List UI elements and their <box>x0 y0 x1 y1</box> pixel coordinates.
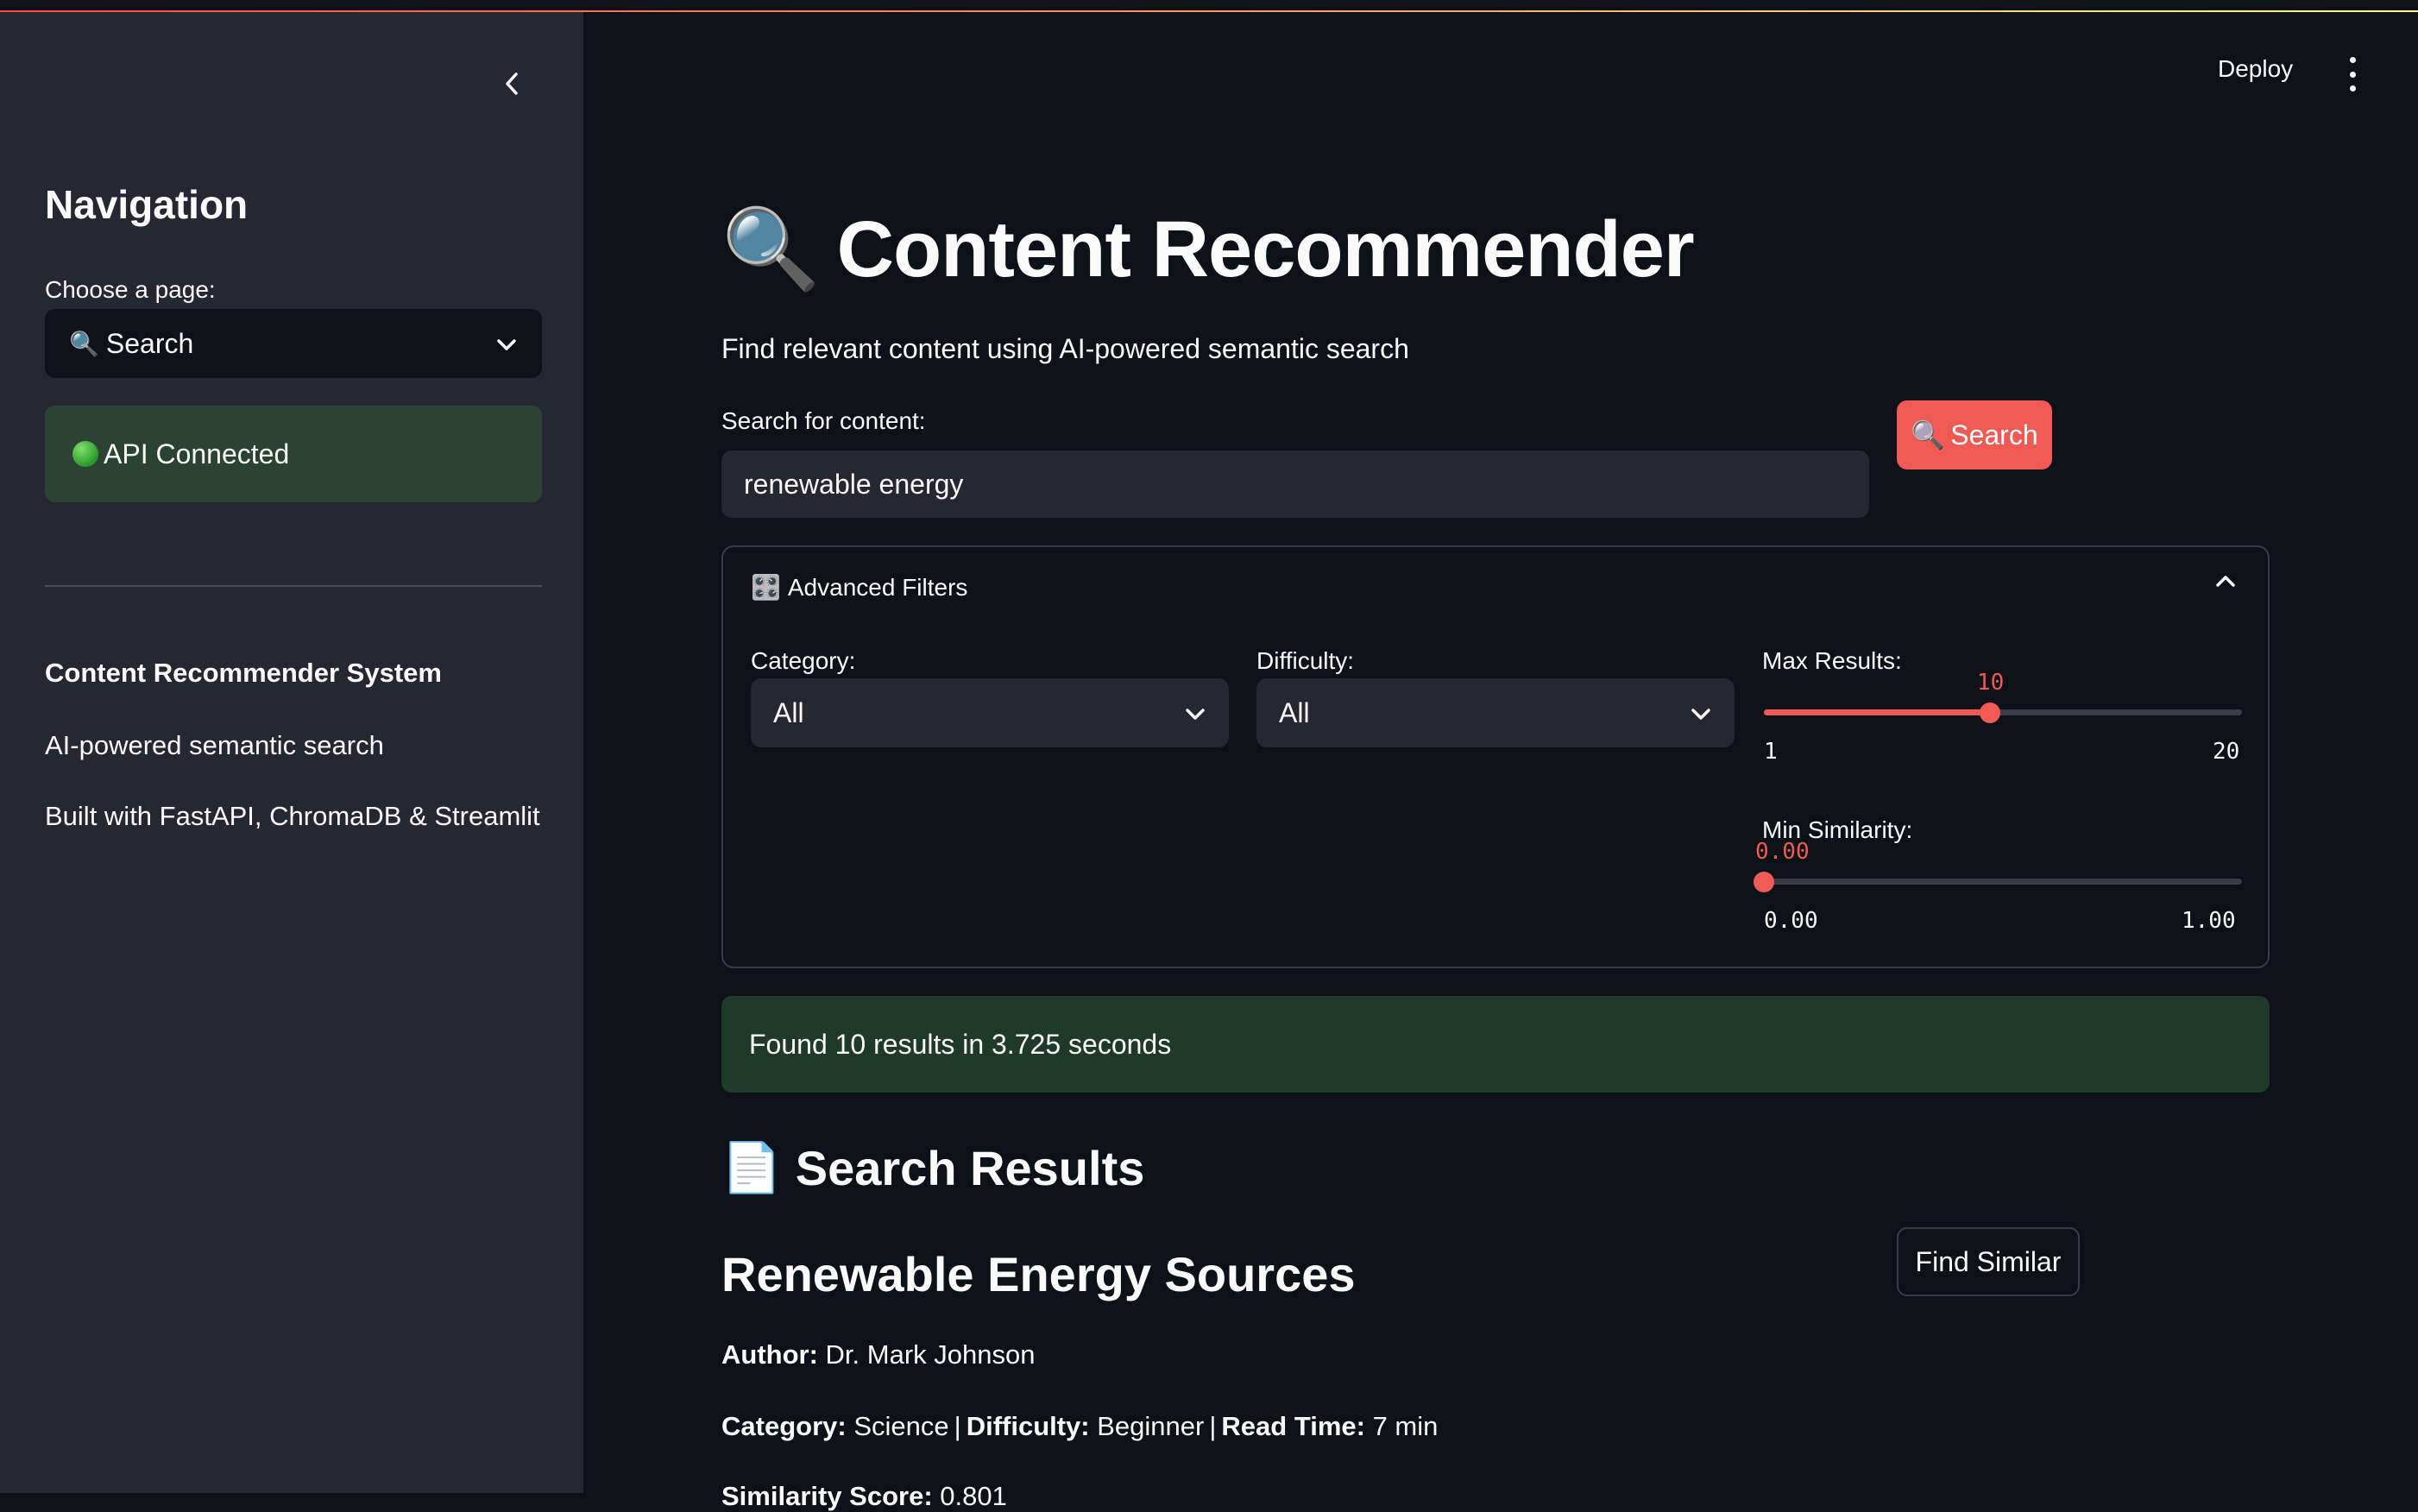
category-meta-label: Category: <box>721 1411 847 1441</box>
page-title-text: Content Recommender <box>836 205 1695 293</box>
difficulty-meta-label: Difficulty: <box>966 1411 1090 1441</box>
magnifier-icon: 🔍 <box>721 205 821 293</box>
chevron-down-icon <box>1690 697 1712 729</box>
category-select[interactable]: All <box>751 678 1229 747</box>
search-label: Search for content: <box>721 407 926 434</box>
category-label: Category: <box>751 647 856 674</box>
result-title: Renewable Energy Sources <box>721 1247 1356 1301</box>
chevron-down-icon <box>1184 697 1206 729</box>
control-panel-icon: 🎛️ <box>751 574 781 601</box>
max-results-value: 10 <box>1976 670 2005 696</box>
page-title: 🔍 Content Recommender <box>721 204 1695 296</box>
chevron-up-icon[interactable] <box>2214 573 2237 593</box>
advanced-filters-title: Advanced Filters <box>787 573 968 601</box>
category-meta-value: Science <box>853 1411 949 1441</box>
page-select-label: Choose a page: <box>45 276 216 303</box>
difficulty-meta-value: Beginner <box>1097 1411 1205 1441</box>
max-results-thumb[interactable] <box>1980 702 2001 723</box>
document-icon: 📄 <box>721 1140 782 1194</box>
search-input[interactable] <box>721 450 1869 518</box>
page-select-value: Search <box>105 327 194 359</box>
kebab-menu-icon[interactable] <box>2342 57 2363 91</box>
category-select-value: All <box>773 696 804 728</box>
similarity-value: 0.801 <box>940 1481 1007 1511</box>
deploy-button[interactable]: Deploy <box>2218 55 2293 83</box>
max-results-max: 20 <box>2213 739 2240 765</box>
min-similarity-max: 1.00 <box>2182 908 2236 934</box>
advanced-filters-panel: 🎛️ Advanced Filters Category: All Diffic… <box>721 545 2270 968</box>
author-value: Dr. Mark Johnson <box>825 1339 1036 1370</box>
sidebar-heading: Navigation <box>45 182 249 227</box>
api-status-box: API Connected <box>45 406 542 502</box>
advanced-filters-toggle[interactable]: 🎛️ Advanced Filters <box>751 573 967 602</box>
sidebar: Navigation Choose a page: 🔍 Search API C… <box>0 12 583 1493</box>
min-similarity-min: 0.00 <box>1764 908 1818 934</box>
chevron-down-icon <box>495 328 518 360</box>
page-select[interactable]: 🔍 Search <box>45 309 542 378</box>
min-similarity-value: 0.00 <box>1755 839 1810 865</box>
green-circle-icon <box>72 441 98 467</box>
result-meta: Category: Science | Difficulty: Beginner | R… <box>721 1411 1439 1441</box>
find-similar-button[interactable]: Find Similar <box>1897 1227 2080 1296</box>
difficulty-label: Difficulty: <box>1256 647 1355 674</box>
system-title: Content Recommender System <box>45 658 442 688</box>
top-decoration-mask <box>0 0 2418 10</box>
author-label: Author: <box>721 1339 818 1370</box>
collapse-sidebar-button[interactable] <box>490 62 533 105</box>
magnifier-icon: 🔍 <box>1911 419 1946 450</box>
difficulty-select[interactable]: All <box>1256 678 1735 747</box>
sidebar-divider <box>45 585 542 587</box>
max-results-label: Max Results: <box>1762 647 1902 674</box>
results-heading-text: Search Results <box>795 1140 1145 1195</box>
read-time-value: 7 min <box>1372 1411 1439 1441</box>
read-time-label: Read Time: <box>1221 1411 1365 1441</box>
max-results-min: 1 <box>1764 739 1778 765</box>
magnifier-icon: 🔍 <box>69 330 99 357</box>
similarity-label: Similarity Score: <box>721 1481 933 1511</box>
search-button[interactable]: 🔍 Search <box>1897 400 2052 469</box>
difficulty-select-value: All <box>1279 696 1310 728</box>
system-tech-stack: Built with FastAPI, ChromaDB & Streamlit <box>45 801 540 831</box>
min-similarity-thumb[interactable] <box>1754 872 1774 892</box>
result-author: Author: Dr. Mark Johnson <box>721 1339 1035 1370</box>
search-button-label: Search <box>1950 419 2038 450</box>
min-similarity-track[interactable] <box>1764 879 2242 885</box>
system-description: AI-powered semantic search <box>45 730 384 760</box>
page-subtitle: Find relevant content using AI-powered s… <box>721 333 1409 364</box>
results-heading: 📄 Search Results <box>721 1139 1144 1196</box>
chevron-left-icon <box>506 72 518 95</box>
max-results-fill <box>1764 709 1991 715</box>
results-found-message: Found 10 results in 3.725 seconds <box>721 996 2270 1093</box>
api-status-text: API Connected <box>104 438 290 469</box>
result-similarity: Similarity Score: 0.801 <box>721 1481 1007 1512</box>
